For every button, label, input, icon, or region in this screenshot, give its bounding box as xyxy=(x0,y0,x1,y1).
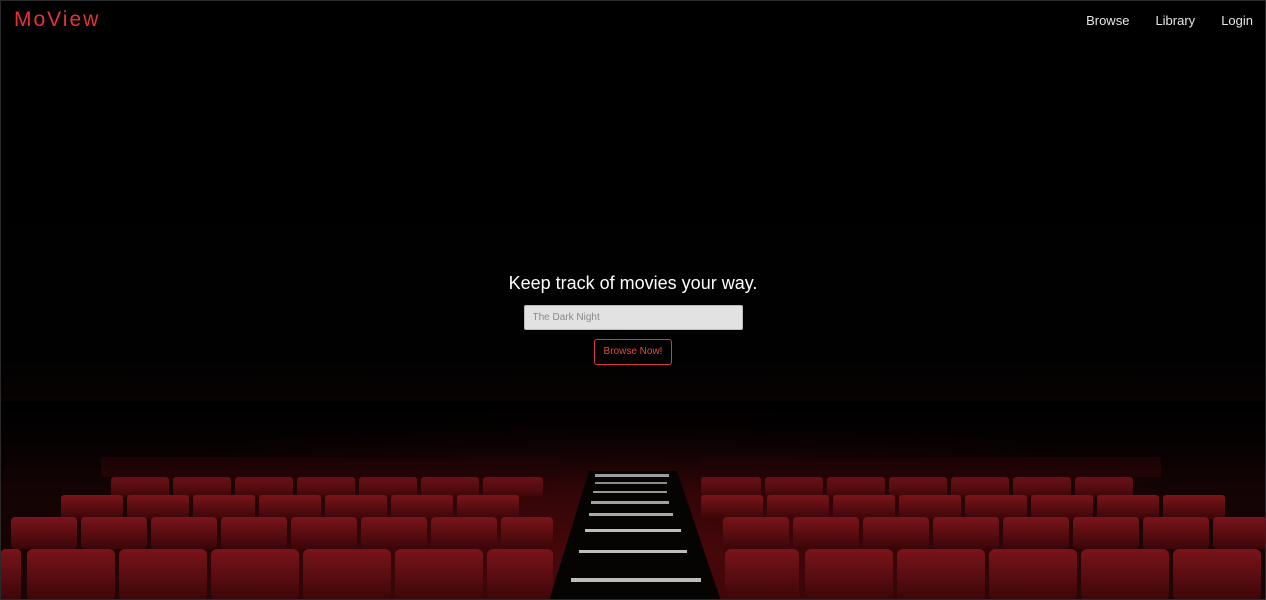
nav-browse-link[interactable]: Browse xyxy=(1086,13,1129,28)
browse-now-button[interactable]: Browse Now! xyxy=(593,339,673,365)
hero-title: Keep track of movies your way. xyxy=(508,273,758,293)
brand-logo[interactable]: MoView xyxy=(14,8,100,32)
nav-library-link[interactable]: Library xyxy=(1155,13,1195,28)
landing-page: MoView Browse Library Login Keep track o… xyxy=(0,0,1266,600)
movie-search-input[interactable] xyxy=(523,305,743,330)
nav-links: Browse Library Login xyxy=(1086,13,1253,28)
hero-section: Keep track of movies your way. Browse No… xyxy=(1,273,1265,365)
nav-login-link[interactable]: Login xyxy=(1221,13,1253,28)
top-navbar: MoView Browse Library Login xyxy=(1,1,1265,41)
